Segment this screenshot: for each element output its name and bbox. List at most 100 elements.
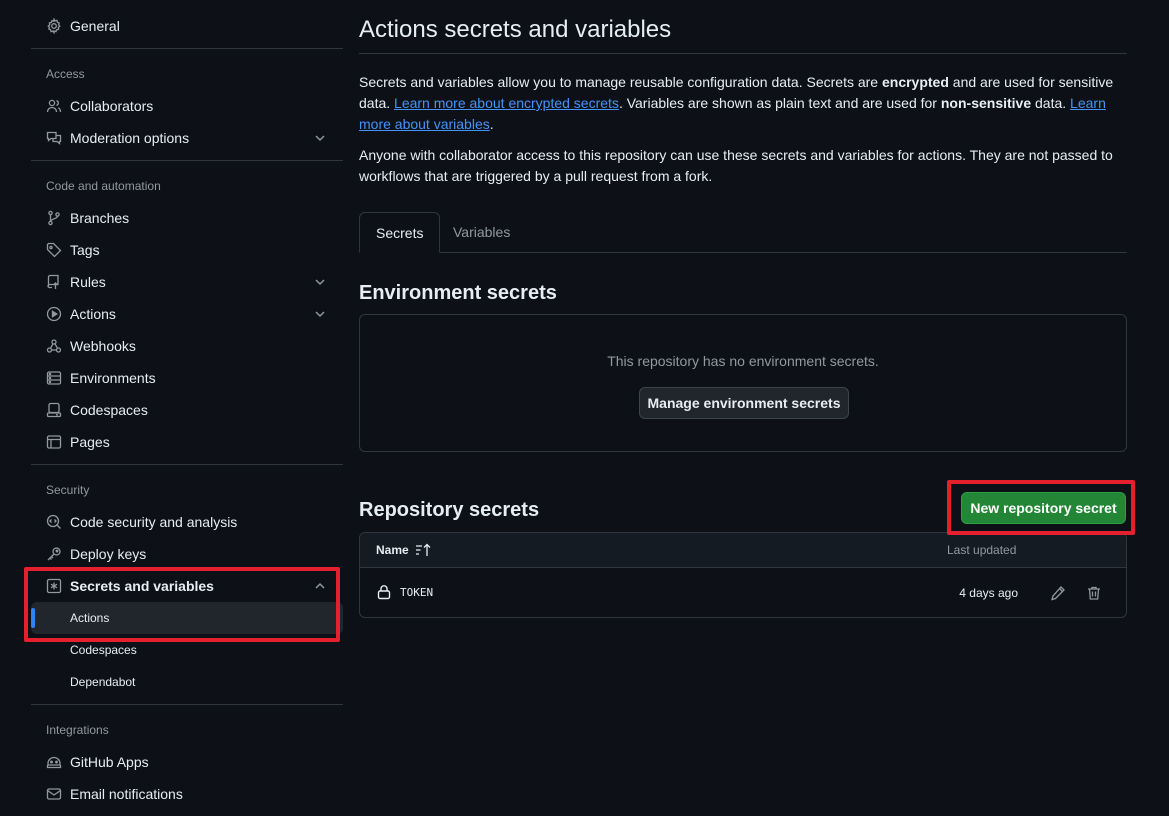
repository-secrets-heading: Repository secrets: [359, 499, 540, 521]
sidebar-item-label: Dependabot: [70, 675, 136, 689]
sidebar-section-integrations: Integrations: [46, 723, 109, 737]
sidebar-item-general[interactable]: General: [31, 10, 343, 42]
sidebar-item-moderation[interactable]: Moderation options: [31, 122, 343, 154]
intro-text: .: [489, 116, 494, 132]
environment-secrets-heading: Environment secrets: [359, 282, 557, 304]
delete-secret-button[interactable]: [1084, 583, 1104, 603]
sidebar-subitem-dependabot[interactable]: Dependabot: [31, 666, 343, 698]
sidebar-item-label: Rules: [70, 274, 106, 290]
sidebar-item-email-notifications[interactable]: Email notifications: [31, 778, 343, 810]
sidebar-item-environments[interactable]: Environments: [31, 362, 343, 394]
tab-variables[interactable]: Variables: [437, 212, 526, 253]
environment-secrets-empty-state: This repository has no environment secre…: [359, 314, 1127, 452]
sidebar-item-webhooks[interactable]: Webhooks: [31, 330, 343, 362]
sidebar-item-rules[interactable]: Rules: [31, 266, 343, 298]
sidebar-subitem-actions[interactable]: Actions: [31, 602, 343, 634]
sidebar-item-label: Codespaces: [70, 643, 137, 657]
intro-bold-non-sensitive: non-sensitive: [940, 95, 1032, 111]
sidebar-section-access: Access: [46, 67, 85, 81]
intro-text: Secrets and variables allow you to manag…: [359, 74, 882, 90]
chevron-down-icon[interactable]: [314, 276, 326, 288]
git-branch-icon: [46, 210, 62, 226]
chevron-up-icon[interactable]: [314, 580, 326, 592]
sidebar-item-code-security[interactable]: Code security and analysis: [31, 506, 343, 538]
lock-icon: [376, 584, 392, 600]
sidebar-item-codespaces[interactable]: Codespaces: [31, 394, 343, 426]
asterisk-icon: [46, 578, 62, 594]
sidebar-item-deploy-keys[interactable]: Deploy keys: [31, 538, 343, 570]
sidebar-item-label: Deploy keys: [70, 546, 147, 562]
tab-secrets[interactable]: Secrets: [359, 212, 441, 253]
chevron-down-icon[interactable]: [314, 132, 326, 144]
intro-text: data.: [1031, 95, 1071, 111]
secret-name: TOKEN: [400, 586, 434, 599]
sidebar-section-security: Security: [46, 483, 90, 497]
sidebar-item-secrets-variables[interactable]: Secrets and variables: [31, 570, 343, 602]
key-icon: [46, 546, 62, 562]
comment-discussion-icon: [46, 130, 62, 146]
sidebar-item-tags[interactable]: Tags: [31, 234, 343, 266]
secrets-variables-tabs: Secrets Variables: [359, 212, 1127, 253]
table-row: TOKEN 4 days ago: [360, 568, 1126, 617]
column-header-name: Name: [376, 543, 409, 557]
learn-more-secrets-link[interactable]: Learn more about encrypted secrets: [394, 95, 619, 111]
sidebar-item-label: Moderation options: [70, 130, 190, 146]
tag-icon: [46, 242, 62, 258]
repo-push-icon: [46, 274, 62, 290]
edit-secret-button[interactable]: [1048, 583, 1068, 603]
gear-icon: [46, 18, 62, 34]
sidebar-item-label: General: [70, 18, 120, 34]
sidebar-item-branches[interactable]: Branches: [31, 202, 343, 234]
sidebar-subitem-codespaces[interactable]: Codespaces: [31, 634, 343, 666]
intro-bold-encrypted: encrypted: [881, 74, 949, 90]
collaborator-notice: Anyone with collaborator access to this …: [359, 147, 1113, 184]
sidebar-item-label: Webhooks: [70, 338, 136, 354]
codescan-icon: [46, 514, 62, 530]
title-divider: [359, 53, 1127, 54]
sidebar-item-pages[interactable]: Pages: [31, 426, 343, 458]
settings-page: General Access Collaborators Moderation …: [0, 0, 1169, 816]
sidebar-divider: [31, 704, 343, 705]
server-icon: [46, 370, 62, 386]
mail-icon: [46, 786, 62, 802]
sidebar-section-code-automation: Code and automation: [46, 179, 161, 193]
sidebar-item-label: Code security and analysis: [70, 514, 238, 530]
intro-paragraph: Secrets and variables allow you to manag…: [359, 72, 1127, 135]
pencil-icon: [1051, 586, 1065, 601]
browser-icon: [46, 434, 62, 450]
intro-text: . Variables are shown as plain text and …: [618, 95, 941, 111]
apps-icon: [46, 754, 62, 770]
sidebar-divider: [31, 48, 343, 49]
sidebar-divider: [31, 160, 343, 161]
sort-asc-icon[interactable]: [415, 543, 433, 557]
people-icon: [46, 98, 62, 114]
webhook-icon: [46, 338, 62, 354]
sidebar-item-label: Branches: [70, 210, 130, 226]
sidebar-item-label: Tags: [70, 242, 100, 258]
sidebar-item-label: Codespaces: [70, 402, 148, 418]
sidebar-item-label: GitHub Apps: [70, 754, 149, 770]
table-header: Name Last updated: [360, 533, 1126, 568]
sidebar-item-label: Collaborators: [70, 98, 154, 114]
sidebar-item-label: Pages: [70, 434, 110, 450]
manage-environment-secrets-button[interactable]: Manage environment secrets: [639, 387, 849, 419]
sidebar-item-label: Actions: [70, 611, 110, 625]
page-title: Actions secrets and variables: [359, 16, 672, 43]
active-indicator: [31, 608, 35, 628]
sidebar-item-collaborators[interactable]: Collaborators: [31, 90, 343, 122]
codespaces-icon: [46, 402, 62, 418]
chevron-down-icon[interactable]: [314, 308, 326, 320]
sidebar-item-actions[interactable]: Actions: [31, 298, 343, 330]
empty-state-text: This repository has no environment secre…: [607, 353, 879, 369]
settings-sidebar: General Access Collaborators Moderation …: [31, 0, 343, 816]
play-icon: [46, 306, 62, 322]
sidebar-item-label: Secrets and variables: [70, 578, 214, 594]
sidebar-item-github-apps[interactable]: GitHub Apps: [31, 746, 343, 778]
new-repository-secret-button[interactable]: New repository secret: [961, 492, 1126, 524]
trash-icon: [1088, 586, 1100, 600]
sidebar-item-label: Actions: [70, 306, 116, 322]
sidebar-item-label: Email notifications: [70, 786, 183, 802]
sidebar-item-label: Environments: [70, 370, 156, 386]
sidebar-divider: [31, 464, 343, 465]
repository-secrets-table: Name Last updated TOKEN 4 days ago: [359, 532, 1127, 618]
